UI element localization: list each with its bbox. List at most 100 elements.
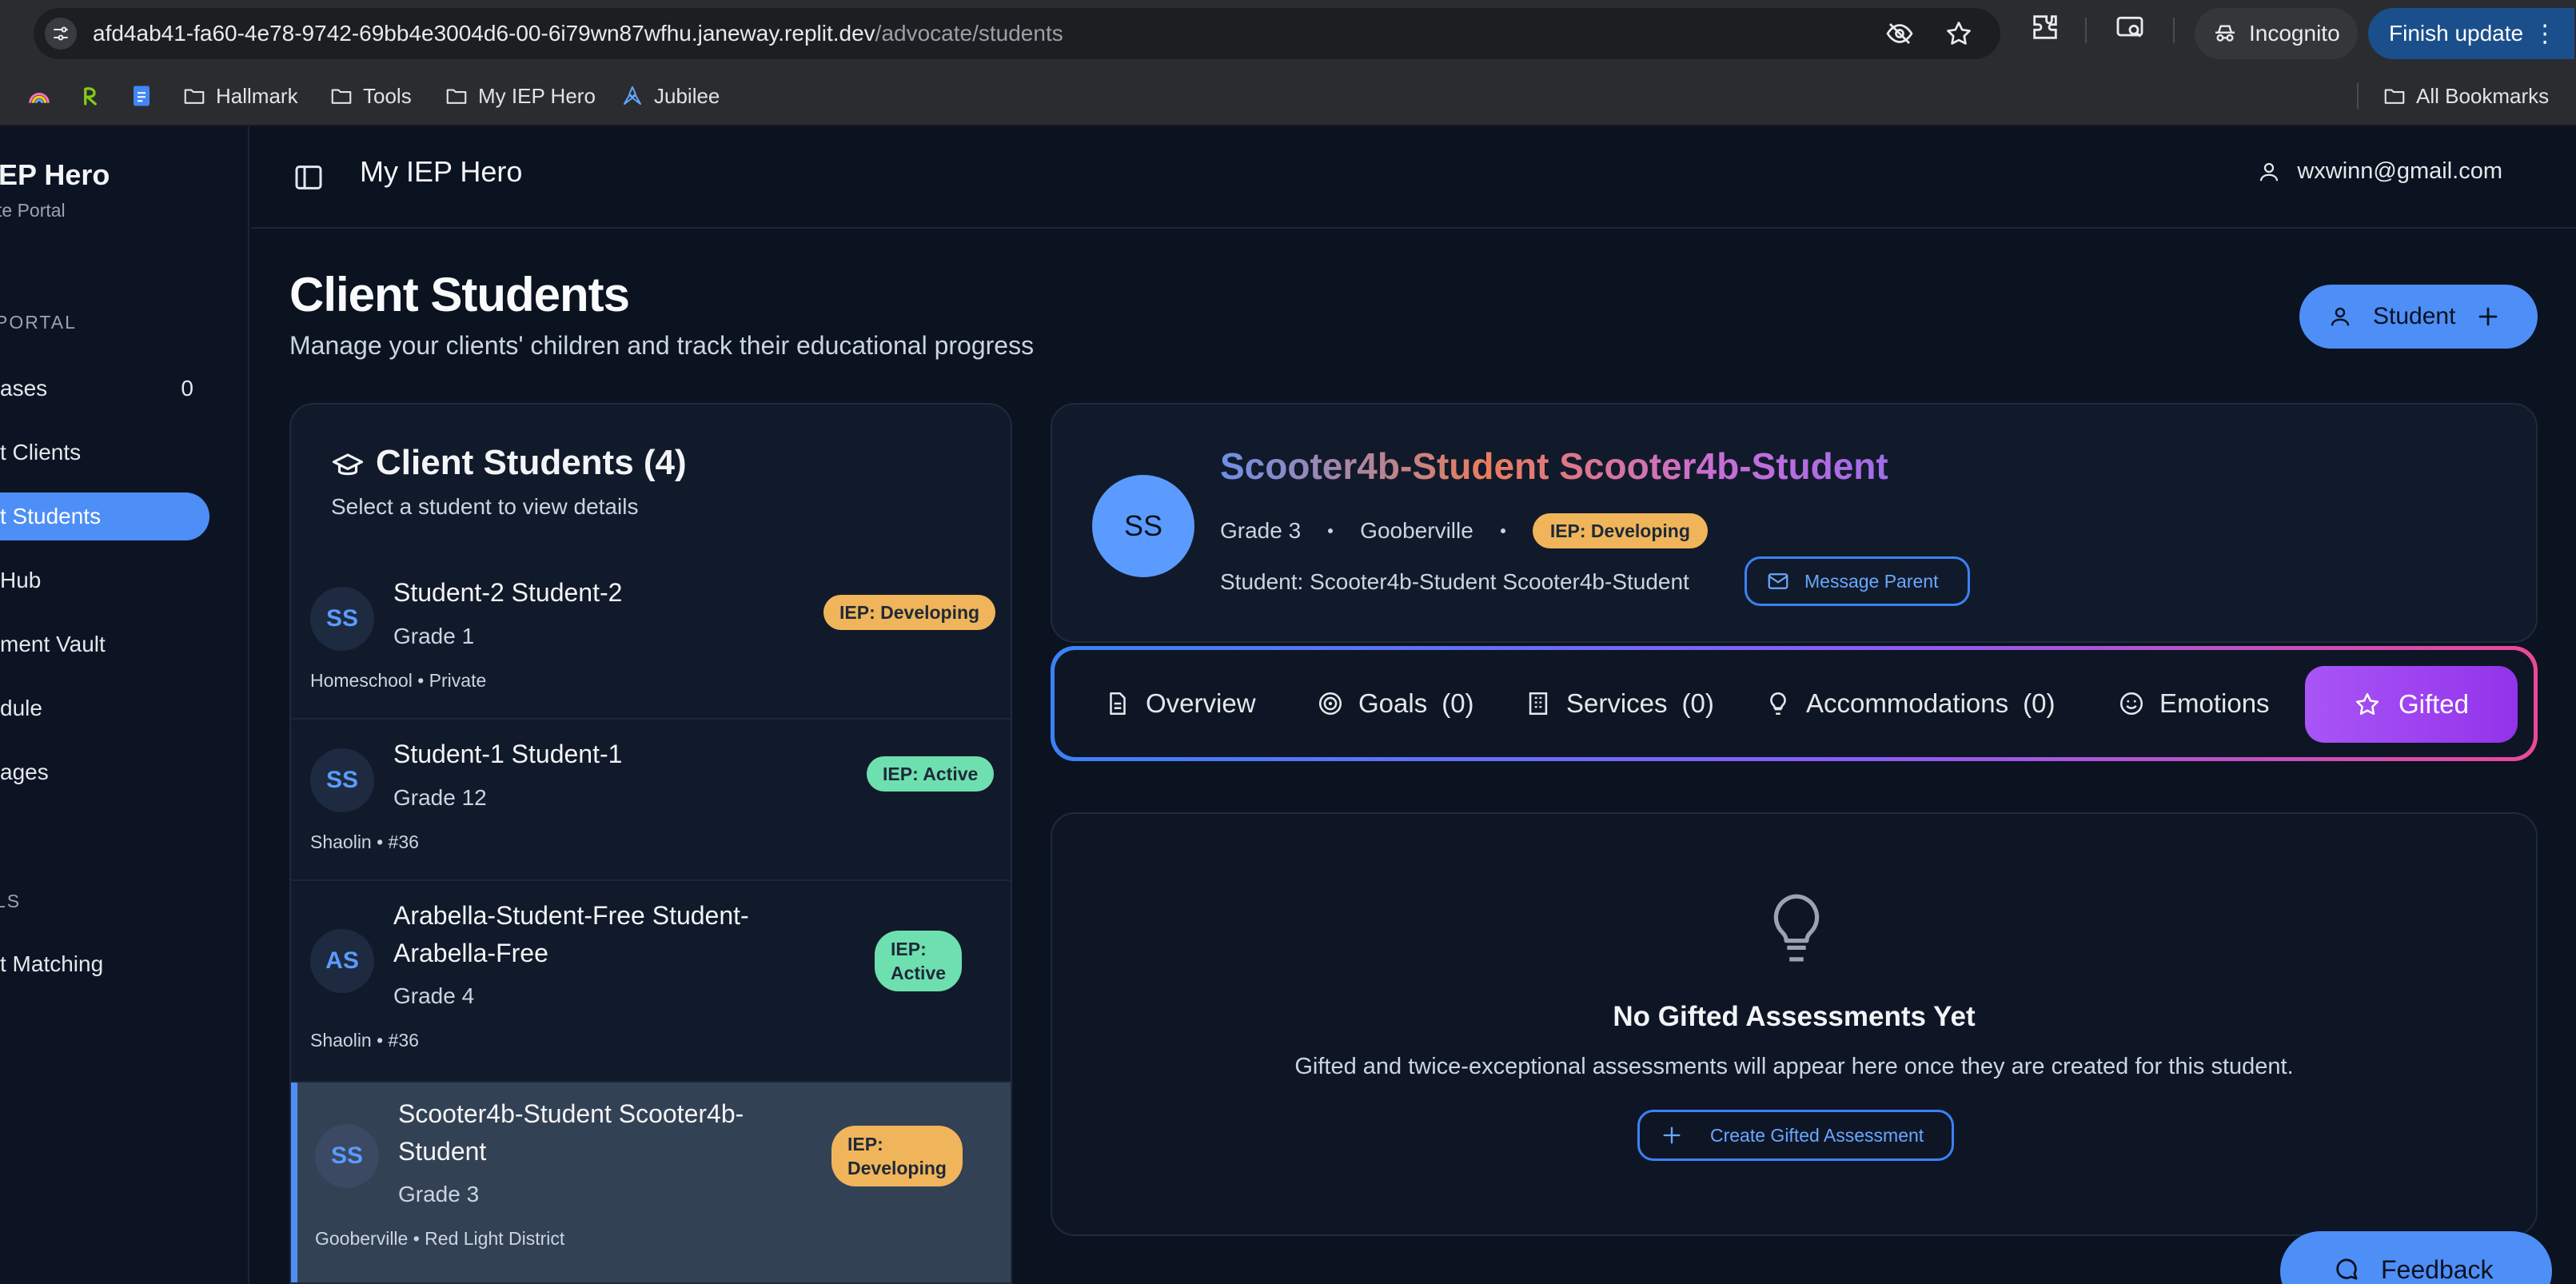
message-parent-button[interactable]: Message Parent <box>1745 556 1970 606</box>
bookmark-folder-hallmark[interactable]: Hallmark <box>182 66 298 126</box>
profile-name: Scooter4b-Student Scooter4b-Student <box>1220 445 1888 487</box>
user-icon <box>2331 307 2350 326</box>
tab-services[interactable]: Services (0) <box>1525 650 1714 757</box>
url-host: afd4ab41-fa60-4e78-9742-69bb4e3004d6-00-… <box>93 21 875 46</box>
add-student-label: Student <box>2373 303 2456 329</box>
bookmark-folder-tools[interactable]: Tools <box>329 66 412 126</box>
student-row-selected[interactable]: SS Scooter4b-Student Scooter4b- Student … <box>291 1083 1011 1282</box>
graduation-cap-icon <box>332 453 364 476</box>
user-menu[interactable]: wxwinn@gmail.com <box>2257 158 2502 185</box>
empty-state-title: No Gifted Assessments Yet <box>1613 1001 1976 1032</box>
student-row[interactable]: SS Student-2 Student-2 Grade 1 Homeschoo… <box>291 558 1011 720</box>
star-icon <box>2355 692 2379 716</box>
bookmark-r[interactable] <box>78 66 102 126</box>
student-grade: Grade 1 <box>393 624 475 648</box>
student-meta: Gooberville • Red Light District <box>315 1228 565 1249</box>
tab-label: Accommodations <box>1806 688 2009 718</box>
bookmarks-bar: Hallmark Tools My IEP Hero Jubilee All B… <box>0 66 2576 126</box>
sidebar-item-document-vault[interactable]: ment Vault <box>0 620 209 668</box>
extensions-icon[interactable] <box>2029 11 2061 43</box>
tab-overview[interactable]: Overview <box>1104 650 1256 757</box>
all-bookmarks-button[interactable]: All Bookmarks <box>2383 66 2549 126</box>
folder-icon <box>331 89 352 104</box>
tab-emotions[interactable]: Emotions <box>2118 650 2270 757</box>
tab-label: Emotions <box>2159 688 2270 718</box>
feedback-button[interactable]: Feedback <box>2280 1231 2552 1284</box>
bookmark-label: Hallmark <box>216 83 298 108</box>
badge-line: Developing <box>847 1158 947 1178</box>
rainbow-icon <box>29 93 50 104</box>
bookmark-label: Tools <box>363 83 412 108</box>
address-bar[interactable]: afd4ab41-fa60-4e78-9742-69bb4e3004d6-00-… <box>34 8 2000 59</box>
folder-icon <box>184 89 205 104</box>
tab-label: Goals <box>1358 688 1428 718</box>
media-search-icon[interactable] <box>2114 11 2146 43</box>
sidebar-item-label: ages <box>0 760 49 784</box>
section-label-tools: LS <box>0 891 22 911</box>
site-info-icon[interactable] <box>45 18 77 50</box>
student-row[interactable]: SS Student-1 Student-1 Grade 12 Shaolin … <box>291 720 1011 881</box>
status-badge: IEP: Active <box>875 931 963 991</box>
student-avatar: SS <box>310 587 374 651</box>
lightbulb-icon <box>1770 692 1786 716</box>
status-badge: IEP: Active <box>867 756 995 792</box>
incognito-icon <box>2215 25 2235 42</box>
student-avatar: SS <box>310 748 374 812</box>
bookmark-folder-my-iep-hero[interactable]: My IEP Hero <box>445 66 596 126</box>
bookmarks-divider <box>2357 83 2359 109</box>
bookmark-docs[interactable] <box>130 66 154 126</box>
student-row[interactable]: AS Arabella-Student-Free Student- Arabel… <box>291 881 1011 1083</box>
sidebar: IEP Hero te Portal PORTAL ases 0 t Clien… <box>0 126 249 1284</box>
student-name-line: Student <box>398 1137 487 1166</box>
badge-line: IEP: <box>891 939 927 959</box>
mail-icon <box>1768 573 1788 589</box>
student-grade: Grade 3 <box>398 1182 480 1206</box>
student-avatar: SS <box>315 1124 379 1188</box>
tab-goals[interactable]: Goals (0) <box>1317 650 1474 757</box>
sidebar-item-cases[interactable]: ases 0 <box>0 365 209 413</box>
page-title: Client Students <box>289 268 630 321</box>
docs-icon <box>134 86 150 106</box>
tab-count: (0) <box>1681 688 1714 718</box>
tab-count: (0) <box>1442 688 1474 718</box>
separator-dot <box>1500 528 1505 533</box>
tab-gifted[interactable]: Gifted <box>2305 666 2518 743</box>
separator-dot <box>1328 528 1334 533</box>
jubilee-logo-icon <box>624 86 641 105</box>
finish-update-button[interactable]: Finish update ⋮ <box>2368 8 2574 59</box>
url-path: /advocate/students <box>875 21 1063 46</box>
sidebar-item-clients[interactable]: t Clients <box>0 429 209 477</box>
r-logo-icon <box>84 87 97 106</box>
sidebar-item-label: dule <box>0 696 42 720</box>
sidebar-item-matching[interactable]: t Matching <box>0 940 209 988</box>
incognito-indicator[interactable]: Incognito <box>2195 8 2358 59</box>
eye-off-icon[interactable] <box>1885 19 1914 48</box>
profile-avatar: SS <box>1092 475 1194 577</box>
sidebar-item-schedule[interactable]: dule <box>0 684 209 732</box>
url-text: afd4ab41-fa60-4e78-9742-69bb4e3004d6-00-… <box>93 8 1063 59</box>
star-bookmark-icon[interactable] <box>1944 19 1973 48</box>
bookmark-jubilee[interactable]: Jubilee <box>620 66 720 126</box>
bookmark-label: My IEP Hero <box>478 83 596 108</box>
sidebar-item-hub[interactable]: Hub <box>0 556 209 604</box>
create-gifted-assessment-label: Create Gifted Assessment <box>1710 1124 1924 1146</box>
page-subtitle: Manage your clients' children and track … <box>289 331 1035 360</box>
app-header: My IEP Hero wxwinn@gmail.com <box>251 126 2576 229</box>
student-name: Student-1 Student-1 <box>393 740 623 768</box>
add-student-button[interactable]: Student <box>2299 285 2538 349</box>
sidebar-item-messages[interactable]: ages <box>0 748 209 796</box>
student-grade: Grade 4 <box>393 983 475 1008</box>
chat-bubble-icon <box>2336 1258 2358 1280</box>
profile-status-badge: IEP: Developing <box>1532 513 1708 548</box>
sidebar-item-label: ment Vault <box>0 632 106 656</box>
tab-label: Overview <box>1146 688 1256 718</box>
target-icon <box>1318 692 1342 716</box>
brand-title: IEP Hero <box>0 158 110 191</box>
sidebar-item-label: ases <box>0 376 48 401</box>
create-gifted-assessment-button[interactable]: Create Gifted Assessment <box>1637 1110 1954 1161</box>
sidebar-item-students[interactable]: t Students <box>0 492 209 540</box>
sidebar-toggle-icon[interactable] <box>293 161 325 193</box>
bookmark-rainbow[interactable] <box>27 66 51 126</box>
folder-icon <box>2384 89 2405 104</box>
tab-accommodations[interactable]: Accommodations (0) <box>1765 650 2055 757</box>
